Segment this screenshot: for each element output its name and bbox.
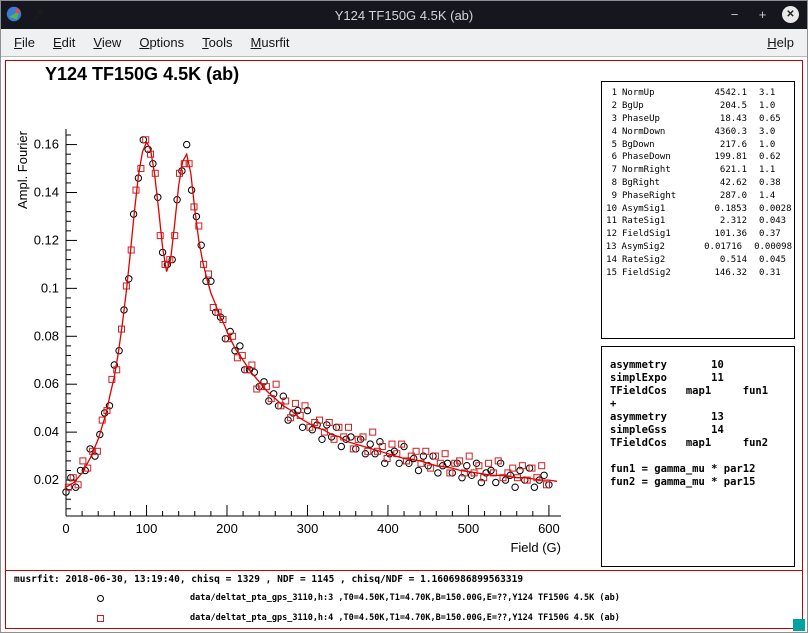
param-row: 15FieldSig2146.320.31: [604, 266, 792, 279]
legend-row: data/deltat_pta_gps_3110,h:4 ,T0=4.50K,T…: [5, 608, 803, 628]
window-controls: −+ ✕: [726, 6, 799, 23]
root-canvas[interactable]: Y124 TF150G 4.5K (ab) 0 100 200 300 400 500 60…: [1, 57, 807, 632]
menubar: FileEditViewOptionsToolsMusrfit Help: [1, 29, 807, 57]
series-data-h-4-down-: [65, 137, 549, 490]
param-row: 10AsymSig10.18530.0028: [604, 202, 792, 215]
theory-box: asymmetry 10 simplExpo 11 TFieldCos map1…: [601, 346, 795, 567]
close-button[interactable]: ✕: [782, 6, 799, 23]
legend-marker-square: [97, 615, 104, 622]
maximize-button[interactable]: +: [754, 6, 771, 23]
menu-file[interactable]: File: [5, 30, 44, 55]
svg-text:0.1: 0.1: [41, 280, 59, 295]
menu-help[interactable]: Help: [758, 30, 803, 55]
param-row: 13AsymSig20.017160.00098: [604, 241, 792, 254]
param-row: 1NormUp4542.13.1: [604, 87, 792, 100]
pin-icon[interactable]: [30, 7, 46, 23]
param-row: 2BgUp204.51.0: [604, 100, 792, 113]
legend-row: data/deltat_pta_gps_3110,h:3 ,T0=4.50K,T…: [5, 588, 803, 608]
param-row: 4NormDown4360.33.0: [604, 125, 792, 138]
param-rows: 1NormUp4542.13.12BgUp204.51.03PhaseUp18.…: [604, 87, 792, 279]
svg-text:0.14: 0.14: [34, 185, 59, 200]
legend: data/deltat_pta_gps_3110,h:3 ,T0=4.50K,T…: [5, 588, 803, 628]
legend-marker-circle: [97, 595, 104, 602]
pad-separator: [5, 570, 803, 571]
parameter-box: 1NormUp4542.13.12BgUp204.51.03PhaseUp18.…: [601, 81, 795, 339]
param-row: 14RateSig20.5140.045: [604, 253, 792, 266]
plot-title: Y124 TF150G 4.5K (ab): [45, 64, 239, 85]
minimize-button[interactable]: −: [726, 6, 743, 23]
svg-text:200: 200: [216, 521, 238, 536]
fourier-chart[interactable]: 0 100 200 300 400 500 600 0.02 0.04 0.06 0.08 0.1 0.…: [11, 101, 596, 566]
param-row: 12FieldSig1101.360.37: [604, 228, 792, 241]
param-row: 3PhaseUp18.430.65: [604, 113, 792, 126]
param-row: 8BgRight42.620.38: [604, 177, 792, 190]
menu-options[interactable]: Options: [130, 30, 193, 55]
legend-text: data/deltat_pta_gps_3110,h:4 ,T0=4.50K,T…: [190, 613, 620, 623]
theory-text: asymmetry 10 simplExpo 11 TFieldCos map1…: [610, 359, 786, 489]
svg-text:0.16: 0.16: [34, 137, 59, 152]
menu-musrfit[interactable]: Musrfit: [242, 30, 299, 55]
legend-text: data/deltat_pta_gps_3110,h:3 ,T0=4.50K,T…: [190, 593, 620, 603]
svg-text:0.08: 0.08: [34, 328, 59, 343]
chart-axes: 0 100 200 300 400 500 600 0.02 0.04 0.06 0.08 0.1 0.…: [15, 129, 561, 555]
menu-view[interactable]: View: [84, 30, 130, 55]
svg-text:400: 400: [377, 521, 399, 536]
x-axis-title: Field (G): [510, 540, 561, 555]
svg-text:500: 500: [458, 521, 480, 536]
svg-text:0: 0: [62, 521, 69, 536]
param-row: 6PhaseDown199.810.62: [604, 151, 792, 164]
menu-tools[interactable]: Tools: [193, 30, 241, 55]
window-title: Y124 TF150G 4.5K (ab): [1, 8, 807, 23]
svg-text:0.12: 0.12: [34, 232, 59, 247]
svg-text:100: 100: [136, 521, 158, 536]
app-window: Y124 TF150G 4.5K (ab) −+ ✕ FileEditViewOp…: [0, 0, 808, 633]
svg-text:0.02: 0.02: [34, 472, 59, 487]
resize-grip[interactable]: [793, 619, 805, 631]
y-axis-title: Ampl. Fourier: [15, 130, 30, 209]
param-row: 11RateSig12.3120.043: [604, 215, 792, 228]
menu-edit[interactable]: Edit: [44, 30, 84, 55]
titlebar-icons: [6, 6, 46, 23]
fit-info: musrfit: 2018-06-30, 13:19:40, chisq = 1…: [14, 574, 523, 585]
menubar-right: Help: [758, 30, 803, 55]
titlebar[interactable]: Y124 TF150G 4.5K (ab) −+ ✕: [1, 1, 807, 29]
param-row: 7NormRight621.11.1: [604, 164, 792, 177]
app-icon[interactable]: [6, 6, 23, 23]
svg-text:0.04: 0.04: [34, 424, 59, 439]
menubar-left: FileEditViewOptionsToolsMusrfit: [5, 30, 299, 55]
series-fit: [66, 142, 557, 487]
param-row: 9PhaseRight287.01.4: [604, 189, 792, 202]
param-row: 5BgDown217.61.0: [604, 138, 792, 151]
svg-text:0.06: 0.06: [34, 376, 59, 391]
svg-text:600: 600: [538, 521, 560, 536]
svg-text:300: 300: [297, 521, 319, 536]
